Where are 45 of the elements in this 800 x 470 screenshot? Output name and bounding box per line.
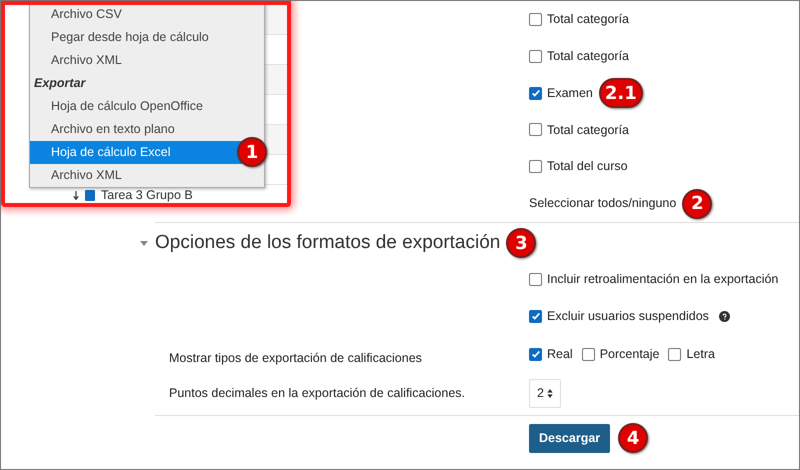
section-toggle[interactable]: [139, 238, 149, 248]
menu-item[interactable]: Archivo XML: [30, 164, 264, 187]
sort-icon: [546, 389, 553, 398]
menu-item[interactable]: Archivo CSV: [30, 5, 264, 26]
download-square-icon: [85, 190, 95, 201]
callout-badge: 4: [618, 423, 648, 453]
checkbox[interactable]: [529, 310, 542, 322]
checkbox-label: Total del curso: [547, 158, 628, 176]
checkbox-label: Letra: [686, 346, 715, 363]
caret-icon: [139, 238, 149, 248]
checkbox[interactable]: [529, 50, 542, 63]
checkbox[interactable]: [668, 348, 682, 360]
help-icon[interactable]: [718, 310, 730, 322]
checkbox-label: Total categoría: [547, 122, 629, 139]
select-all-link[interactable]: Seleccionar todos/ninguno: [529, 194, 676, 213]
field-label: Mostrar tipos de exportación de calificaciones: [169, 350, 423, 367]
checkbox-label: Total categoría: [547, 48, 629, 65]
callout-badge: 2: [682, 188, 712, 219]
section-heading: Opciones de los formatos de exportación: [155, 230, 500, 255]
menu-item[interactable]: Hoja de cálculo Excel: [30, 141, 242, 164]
menu-item[interactable]: Hoja de cálculo OpenOffice: [30, 95, 264, 118]
menu-heading: Exportar: [33, 75, 87, 92]
decimal-select[interactable]: 2: [529, 379, 561, 408]
checkbox-label: Excluir usuarios suspendidos: [547, 308, 709, 325]
checkbox-label: Real: [547, 346, 573, 363]
checkbox[interactable]: [529, 86, 542, 100]
checkbox-label: Incluir retroalimentación en la exportación: [547, 271, 778, 288]
callout-badge: 2.1: [598, 78, 643, 108]
checkbox[interactable]: [529, 273, 542, 286]
select-value: 2: [537, 385, 544, 402]
menu-item[interactable]: Archivo XML: [30, 49, 264, 72]
checkbox-label: Total categoría: [547, 11, 629, 28]
field-label: Puntos decimales en la exportación de calificaciones.: [169, 385, 466, 402]
checkbox[interactable]: [582, 348, 595, 360]
checkbox-label: Examen: [547, 84, 593, 102]
download-button[interactable]: Descargar: [529, 424, 610, 452]
checkbox[interactable]: [529, 12, 542, 26]
arrow-down-icon: [73, 190, 79, 201]
callout-badge: 3: [506, 228, 536, 258]
checkbox[interactable]: [529, 160, 542, 174]
checkbox[interactable]: [529, 348, 542, 360]
checkbox-label: Porcentaje: [600, 346, 660, 363]
menu-item[interactable]: Pegar desde hoja de cálculo: [30, 26, 264, 49]
row-label: Tarea 3 Grupo B: [101, 189, 193, 202]
checkbox[interactable]: [529, 123, 542, 136]
